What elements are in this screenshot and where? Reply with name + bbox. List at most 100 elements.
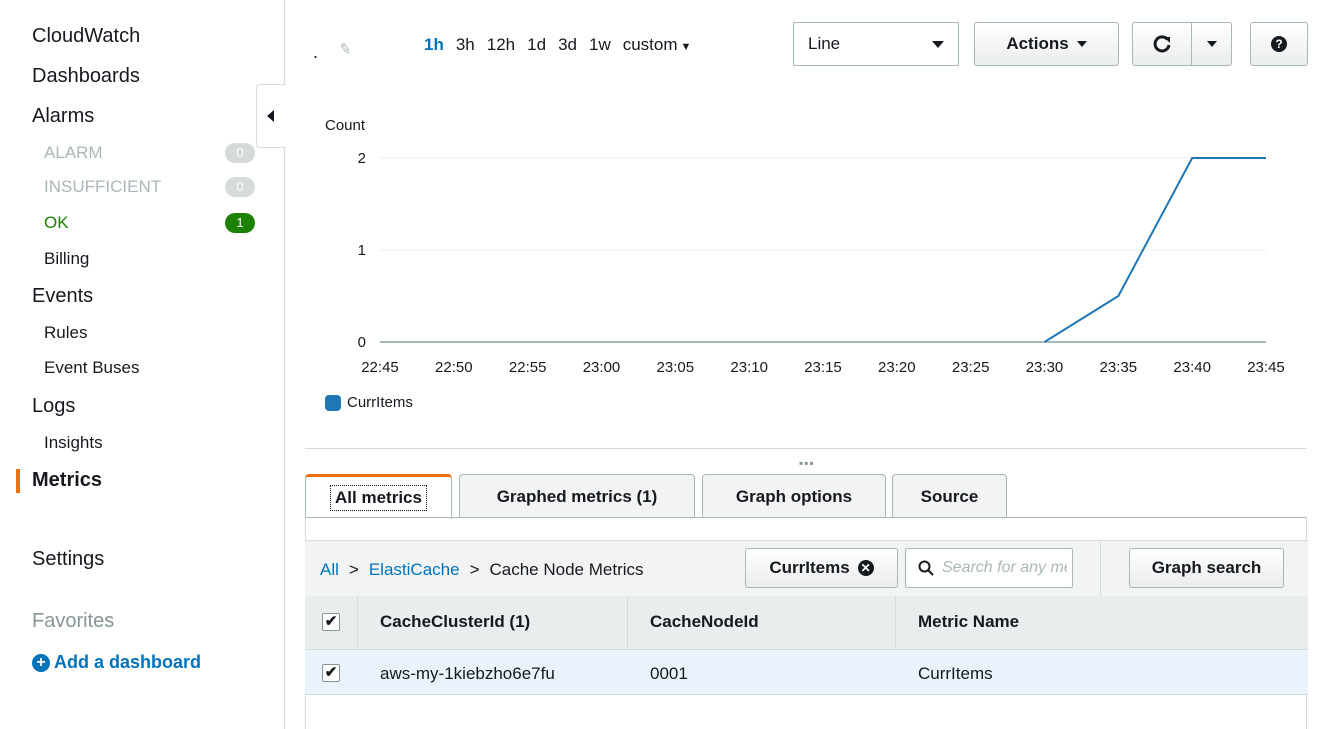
metrics-chart: Count 0 1 2 22:45 22:50 22:55 23:00 23:05 23:10…	[325, 117, 1285, 376]
range-custom[interactable]: custom ▼	[623, 35, 692, 55]
nav-cloudwatch[interactable]: CloudWatch	[32, 25, 140, 48]
chart-x-ticks: 22:45 22:50 22:55 23:00 23:05 23:10 23:15 23:20…	[361, 359, 1285, 376]
x-tick-label: 23:45	[1247, 359, 1285, 376]
x-tick-label: 23:05	[657, 359, 695, 376]
pencil-icon[interactable]: ✎	[338, 39, 354, 59]
graph-type-select[interactable]: Line	[793, 22, 959, 66]
active-indicator	[16, 469, 20, 493]
nav-logs[interactable]: Logs	[32, 395, 75, 418]
x-tick-label: 23:40	[1173, 359, 1211, 376]
x-tick-label: 23:15	[804, 359, 842, 376]
nav-alarm-state[interactable]: ALARM	[44, 143, 103, 163]
nav-settings[interactable]: Settings	[32, 548, 104, 571]
legend-label-curritems: CurrItems	[347, 394, 413, 411]
refresh-button[interactable]	[1132, 22, 1192, 66]
add-dashboard-label: Add a dashboard	[54, 652, 202, 672]
nav-events[interactable]: Events	[32, 285, 93, 308]
column-header-cachenodeid[interactable]: CacheNodeId	[650, 612, 759, 632]
caret-down-icon	[932, 40, 944, 48]
breadcrumb: All > ElastiCache > Cache Node Metrics	[320, 560, 644, 580]
nav-insights[interactable]: Insights	[44, 433, 103, 453]
graph-type-value: Line	[808, 34, 841, 53]
nav-billing[interactable]: Billing	[44, 249, 89, 269]
toolbar-separator	[1100, 540, 1101, 597]
chart-legend[interactable]: CurrItems	[325, 394, 413, 411]
caret-down-icon: ▼	[680, 41, 692, 53]
x-tick-label: 23:35	[1100, 359, 1138, 376]
cell-cachenodeid: 0001	[650, 664, 688, 683]
breadcrumb-all[interactable]: All	[320, 560, 339, 580]
help-icon: ?	[1271, 36, 1287, 52]
breadcrumb-separator: >	[348, 560, 359, 579]
nav-rules[interactable]: Rules	[44, 323, 87, 343]
ok-count-badge: 1	[225, 213, 255, 233]
caret-down-icon	[1206, 41, 1217, 47]
y-tick-label: 0	[358, 334, 366, 351]
tab-all-metrics[interactable]: All metrics	[305, 474, 452, 519]
actions-button[interactable]: Actions	[974, 22, 1119, 66]
graph-search-button[interactable]: Graph search	[1129, 548, 1284, 588]
x-tick-label: 23:00	[583, 359, 621, 376]
metric-search-box	[905, 548, 1073, 588]
column-separator	[357, 596, 358, 650]
nav-dashboards[interactable]: Dashboards	[32, 65, 140, 88]
nav-insufficient-state[interactable]: INSUFFICIENT	[44, 177, 161, 197]
column-separator	[627, 596, 628, 650]
graph-title: .	[313, 42, 319, 62]
chart-grid	[380, 157, 1266, 343]
alarm-count-badge: 0	[225, 143, 255, 163]
column-separator	[895, 596, 896, 650]
breadcrumb-elasticache[interactable]: ElastiCache	[369, 560, 460, 580]
column-header-metric-name[interactable]: Metric Name	[918, 612, 1019, 632]
nav-event-buses[interactable]: Event Buses	[44, 358, 139, 378]
refresh-icon	[1153, 35, 1171, 53]
y-tick-label: 1	[358, 242, 366, 259]
column-header-cacheclusterid[interactable]: CacheClusterId (1)	[380, 612, 530, 632]
range-12h[interactable]: 12h	[487, 35, 515, 55]
sidebar: CloudWatch Dashboards Alarms ALARM 0 INS…	[0, 0, 285, 729]
range-3h[interactable]: 3h	[456, 35, 475, 55]
row-checkbox[interactable]: ✔	[322, 664, 340, 682]
range-1w[interactable]: 1w	[589, 35, 611, 55]
x-tick-label: 23:10	[730, 359, 768, 376]
x-tick-label: 23:25	[952, 359, 990, 376]
tab-graph-options[interactable]: Graph options	[702, 474, 886, 518]
range-custom-label: custom	[622, 35, 678, 54]
nav-ok-state[interactable]: OK	[44, 213, 69, 233]
add-dashboard-link[interactable]: + Add a dashboard	[32, 652, 201, 673]
time-range-selector: 1h 3h 12h 1d 3d 1w custom ▼	[424, 35, 691, 55]
actions-label: Actions	[1006, 34, 1069, 53]
search-input[interactable]	[940, 558, 1069, 578]
collapse-sidebar-button[interactable]	[256, 84, 286, 148]
chart-y-ticks: 0 1 2	[358, 150, 366, 351]
refresh-options-dropdown[interactable]	[1191, 22, 1232, 66]
range-1d[interactable]: 1d	[527, 35, 546, 55]
panel-divider	[305, 448, 1307, 449]
filter-chip-curritems[interactable]: CurrItems ✕	[745, 548, 898, 588]
x-tick-label: 23:20	[878, 359, 916, 376]
nav-metrics[interactable]: Metrics	[32, 469, 102, 492]
nav-alarms[interactable]: Alarms	[32, 105, 94, 128]
y-tick-label: 2	[358, 150, 366, 167]
range-3d[interactable]: 3d	[558, 35, 577, 55]
filter-chip-label: CurrItems	[769, 558, 850, 577]
select-all-checkbox[interactable]: ✔	[322, 613, 340, 631]
cell-metric-name: CurrItems	[918, 664, 993, 683]
caret-left-icon	[267, 110, 274, 122]
help-button[interactable]: ?	[1250, 22, 1308, 66]
tab-label: Graphed metrics (1)	[496, 486, 658, 506]
tab-label: Source	[920, 486, 979, 506]
insufficient-count-badge: 0	[225, 177, 255, 197]
tab-source[interactable]: Source	[892, 474, 1007, 518]
close-icon[interactable]: ✕	[857, 560, 874, 576]
range-1h[interactable]: 1h	[424, 35, 444, 55]
tab-graphed-metrics[interactable]: Graphed metrics (1)	[459, 474, 695, 518]
tab-label: Graph options	[735, 486, 853, 506]
favorites-heading: Favorites	[32, 610, 115, 632]
x-tick-label: 22:55	[509, 359, 547, 376]
resize-handle[interactable]: ▪▪▪	[799, 456, 815, 470]
y-axis-label: Count	[325, 117, 366, 134]
graph-search-label: Graph search	[1151, 558, 1262, 577]
x-tick-label: 22:45	[361, 359, 399, 376]
search-icon	[918, 560, 934, 576]
